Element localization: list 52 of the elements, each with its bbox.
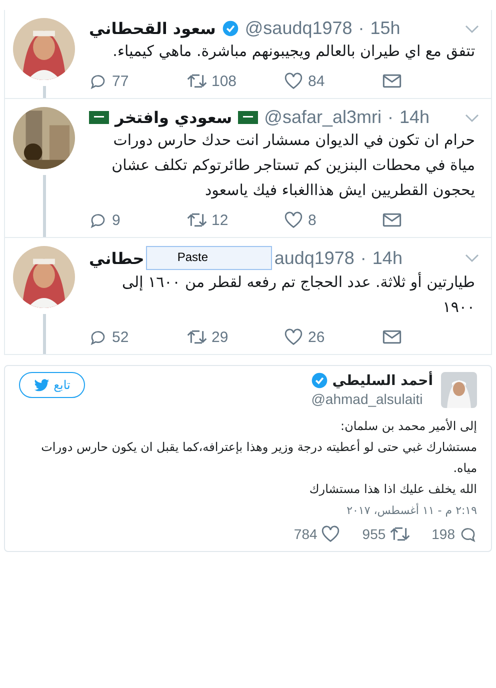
heart-icon[interactable] [284, 211, 303, 229]
author-handle[interactable]: @saudq1978 [244, 18, 352, 39]
tweet-text: مستشارك غبي حتى لو أعطيته درجة وزير وهذا بإعترافه،كما يقبل ان يكون حارس دورات مياه. [40, 438, 477, 477]
reply-count: 52 [112, 328, 129, 346]
author-name[interactable]: سعود القحطاني [89, 19, 216, 38]
heart-icon[interactable] [284, 328, 303, 346]
retweet-count: 108 [212, 72, 237, 90]
author-handle[interactable]: @safar_al3mri [264, 107, 382, 128]
paste-tooltip[interactable]: Paste [146, 246, 272, 270]
tweet-text: حرام ان تكون في الديوان مسشار انت حدك حارس دورات مياة في محطات البنزين كم تستاجر طائرتوكم تكلف عشان يحجون القطريين ايش هذاالغباء فيك ياسعود [110, 130, 476, 201]
dot-separator: · [387, 107, 394, 128]
retweet-icon[interactable] [186, 328, 206, 346]
author-name[interactable]: أحمد السليطي [332, 372, 433, 388]
reply-icon[interactable] [89, 328, 107, 346]
reply-icon[interactable] [459, 525, 477, 543]
author-handle[interactable]: audq1978 [274, 248, 354, 268]
retweet-icon[interactable] [186, 72, 206, 90]
heart-icon[interactable] [284, 72, 303, 90]
reply-count: 9 [112, 212, 120, 228]
tweet-date[interactable]: ٢:١٩ م - ١١ أغسطس، ٢٠١٧ [19, 504, 477, 517]
retweet-icon[interactable] [186, 211, 206, 229]
tweet-text: إلى الأمير محمد بن سلمان: [340, 418, 477, 435]
author-handle[interactable]: @ahmad_alsulaiti [311, 391, 433, 407]
flag-icon [238, 111, 258, 124]
tweet-time[interactable]: 14h [372, 248, 402, 268]
author-name[interactable]: سعودي وافتخر [115, 108, 232, 127]
mail-icon[interactable] [382, 73, 402, 89]
tweet-time[interactable]: 14h [399, 107, 430, 128]
author-name[interactable]: حطاني [89, 248, 144, 268]
reply-icon[interactable] [89, 72, 107, 90]
dot-separator: · [360, 248, 366, 268]
mail-icon[interactable] [382, 329, 402, 345]
like-count: 8 [308, 212, 316, 228]
reply-icon[interactable] [89, 211, 107, 229]
like-count: 26 [308, 328, 325, 346]
tweet-time[interactable]: 15h [370, 18, 400, 39]
retweet-icon[interactable] [390, 525, 410, 543]
reply-count: 77 [112, 72, 129, 90]
mail-icon[interactable] [382, 212, 402, 228]
tweet-text: تتفق مع اي طيران بالعالم ويجيبونهم مباشرة. ماهي كيمياء. [112, 41, 476, 62]
tweet-text: الله يخلف عليك اذا هذا مستشارك [308, 481, 477, 498]
dot-separator: · [358, 18, 364, 39]
bird-icon [34, 378, 50, 392]
like-count: 784 [294, 526, 318, 542]
like-count: 84 [308, 72, 325, 90]
heart-icon[interactable] [321, 525, 340, 543]
retweet-count: 29 [212, 328, 228, 346]
retweet-count: 955 [362, 526, 386, 542]
reply-count: 198 [432, 526, 455, 542]
follow-button[interactable]: تابع [19, 372, 85, 398]
tweet-text: طيارتين أو ثلاثة. عدد الحجاج تم رفعه لقطر من ١٦٠٠ إلى ١٩٠٠ [121, 271, 476, 318]
retweet-count: 12 [212, 212, 228, 228]
